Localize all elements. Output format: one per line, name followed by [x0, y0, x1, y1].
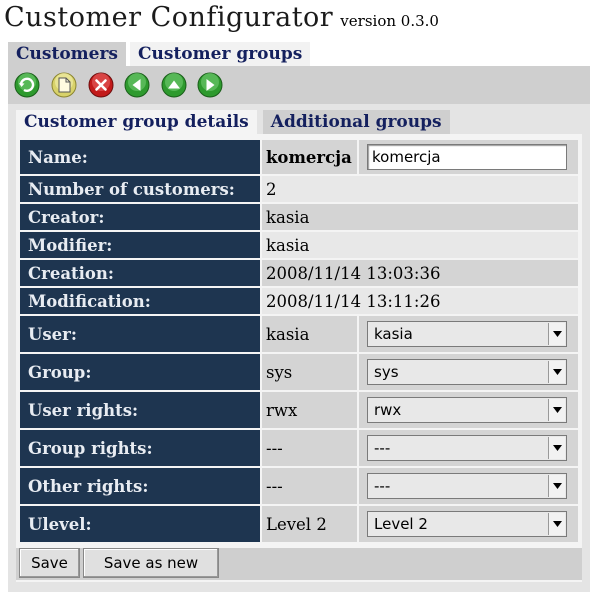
number-of-customers-value: 2: [262, 176, 578, 202]
row-group-rights: Group rights: --- ---: [20, 430, 578, 466]
app-title-text: Customer Configurator: [4, 2, 334, 33]
new-document-icon[interactable]: [51, 72, 77, 98]
form-buttons: Save Save as new: [16, 548, 582, 580]
other-rights-select-cell: ---: [359, 468, 578, 504]
top-tabs: Customers Customer groups: [8, 42, 311, 66]
tab-customer-groups[interactable]: Customer groups: [129, 42, 311, 66]
chevron-down-icon[interactable]: [548, 399, 565, 421]
tab-customer-group-details[interactable]: Customer group details: [16, 110, 257, 134]
row-user: User: kasia kasia: [20, 316, 578, 352]
details-form: Name: komercja Number of customers: 2 Cr…: [16, 134, 582, 582]
sub-tabs: Customer group details Additional groups: [16, 110, 450, 134]
group-rights-select[interactable]: ---: [367, 435, 567, 461]
row-ulevel: Ulevel: Level 2 Level 2: [20, 506, 578, 542]
creation-value: 2008/11/14 13:03:36: [262, 260, 578, 286]
save-button[interactable]: Save: [19, 548, 80, 578]
arrow-up-icon[interactable]: [161, 72, 187, 98]
delete-icon[interactable]: [88, 72, 114, 98]
refresh-icon[interactable]: [14, 72, 40, 98]
group-select[interactable]: sys: [367, 359, 567, 385]
other-rights-select-value: ---: [374, 477, 391, 495]
group-label: Group:: [20, 354, 260, 390]
modifier-value: kasia: [262, 232, 578, 258]
group-select-cell: sys: [359, 354, 578, 390]
row-modification: Modification: 2008/11/14 13:11:26: [20, 288, 578, 314]
tab-additional-groups[interactable]: Additional groups: [262, 110, 450, 134]
ulevel-select-cell: Level 2: [359, 506, 578, 542]
modification-label: Modification:: [20, 288, 260, 314]
user-rights-select-cell: rwx: [359, 392, 578, 428]
row-creator: Creator: kasia: [20, 204, 578, 230]
chevron-down-icon[interactable]: [548, 361, 565, 383]
creation-label: Creation:: [20, 260, 260, 286]
row-group: Group: sys sys: [20, 354, 578, 390]
user-rights-label: User rights:: [20, 392, 260, 428]
creator-value: kasia: [262, 204, 578, 230]
group-select-value: sys: [374, 363, 399, 381]
save-as-new-button[interactable]: Save as new: [83, 548, 219, 578]
name-label: Name:: [20, 140, 260, 174]
user-select-value: kasia: [374, 325, 413, 343]
ulevel-label: Ulevel:: [20, 506, 260, 542]
user-rights-select-value: rwx: [374, 401, 402, 419]
chevron-down-icon[interactable]: [548, 437, 565, 459]
chevron-down-icon[interactable]: [548, 475, 565, 497]
row-number-of-customers: Number of customers: 2: [20, 176, 578, 202]
row-creation: Creation: 2008/11/14 13:03:36: [20, 260, 578, 286]
user-rights-select[interactable]: rwx: [367, 397, 567, 423]
other-rights-select[interactable]: ---: [367, 473, 567, 499]
modification-value: 2008/11/14 13:11:26: [262, 288, 578, 314]
toolbar: [8, 66, 590, 104]
row-modifier: Modifier: kasia: [20, 232, 578, 258]
row-name: Name: komercja: [20, 140, 578, 174]
app-title: Customer Configurator version 0.3.0: [4, 2, 439, 38]
modifier-label: Modifier:: [20, 232, 260, 258]
chevron-down-icon[interactable]: [548, 513, 565, 535]
group-value: sys: [262, 354, 357, 390]
chevron-down-icon[interactable]: [548, 323, 565, 345]
group-rights-select-cell: ---: [359, 430, 578, 466]
number-of-customers-label: Number of customers:: [20, 176, 260, 202]
user-rights-value: rwx: [262, 392, 357, 428]
group-rights-value: ---: [262, 430, 357, 466]
other-rights-value: ---: [262, 468, 357, 504]
customer-group-panel: Customer group details Additional groups…: [8, 104, 590, 592]
name-input[interactable]: [367, 144, 567, 170]
app-version: version 0.3.0: [340, 12, 439, 30]
arrow-left-icon[interactable]: [124, 72, 150, 98]
creator-label: Creator:: [20, 204, 260, 230]
group-rights-label: Group rights:: [20, 430, 260, 466]
ulevel-value: Level 2: [262, 506, 357, 542]
row-other-rights: Other rights: --- ---: [20, 468, 578, 504]
arrow-right-icon[interactable]: [197, 72, 223, 98]
ulevel-select[interactable]: Level 2: [367, 511, 567, 537]
row-user-rights: User rights: rwx rwx: [20, 392, 578, 428]
name-input-cell: [359, 140, 578, 174]
name-value: komercja: [262, 140, 357, 174]
group-rights-select-value: ---: [374, 439, 391, 457]
user-select[interactable]: kasia: [367, 321, 567, 347]
user-label: User:: [20, 316, 260, 352]
ulevel-select-value: Level 2: [374, 515, 428, 533]
user-select-cell: kasia: [359, 316, 578, 352]
user-value: kasia: [262, 316, 357, 352]
tab-customers[interactable]: Customers: [8, 42, 126, 66]
other-rights-label: Other rights:: [20, 468, 260, 504]
